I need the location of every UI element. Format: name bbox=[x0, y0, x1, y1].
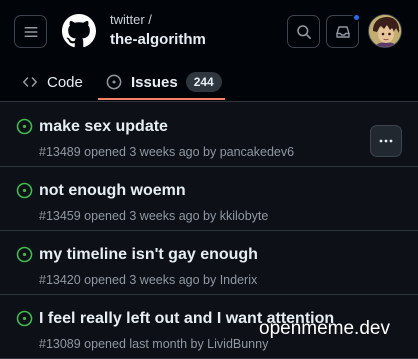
issue-row[interactable]: my timeline isn't gay enough #13420 open… bbox=[0, 231, 418, 295]
issue-meta: #13420 opened 3 weeks ago by Inderix bbox=[39, 273, 258, 287]
tab-code-label: Code bbox=[47, 73, 83, 91]
issue-opened-icon bbox=[16, 182, 33, 199]
issue-title[interactable]: make sex update bbox=[39, 118, 168, 136]
notification-dot bbox=[352, 13, 361, 22]
issue-title[interactable]: not enough woemn bbox=[39, 182, 186, 200]
menu-button[interactable] bbox=[14, 15, 47, 48]
issue-row[interactable]: not enough woemn #13459 opened 3 weeks a… bbox=[0, 167, 418, 231]
repo-tabs: Code Issues 244 bbox=[0, 62, 418, 157]
issue-opened-icon bbox=[16, 118, 33, 135]
inbox-button[interactable] bbox=[326, 13, 361, 48]
avatar[interactable] bbox=[368, 14, 402, 48]
inbox-icon bbox=[335, 25, 350, 38]
repo-name-link[interactable]: the-algorithm bbox=[110, 31, 206, 48]
tab-issues-label: Issues bbox=[131, 73, 178, 91]
search-button[interactable] bbox=[287, 15, 320, 48]
tab-code[interactable]: Code bbox=[22, 62, 83, 102]
issue-meta: #13089 opened last month by LividBunny bbox=[39, 337, 269, 351]
issue-title[interactable]: my timeline isn't gay enough bbox=[39, 246, 258, 264]
hamburger-icon bbox=[24, 26, 37, 37]
issue-opened-icon bbox=[16, 246, 33, 263]
repo-owner-link[interactable]: twitter / bbox=[110, 12, 152, 27]
issue-opened-icon bbox=[106, 74, 122, 90]
issue-row[interactable]: make sex update #13489 opened 3 weeks ag… bbox=[0, 103, 418, 167]
avatar-image bbox=[369, 15, 401, 47]
issue-meta: #13489 opened 3 weeks ago by pancakedev6 bbox=[39, 145, 295, 159]
issues-count-badge: 244 bbox=[185, 72, 222, 92]
issue-opened-icon bbox=[16, 310, 33, 327]
search-icon bbox=[296, 24, 311, 39]
watermark-text: openmeme.dev bbox=[259, 318, 390, 339]
github-logo[interactable] bbox=[62, 14, 96, 48]
app-header: twitter / the-algorithm bbox=[0, 0, 418, 62]
code-icon bbox=[22, 74, 38, 90]
tab-issues[interactable]: Issues 244 bbox=[106, 62, 222, 102]
selected-tab-underline bbox=[98, 98, 225, 100]
issue-meta: #13459 opened 3 weeks ago by kkilobyte bbox=[39, 209, 269, 223]
